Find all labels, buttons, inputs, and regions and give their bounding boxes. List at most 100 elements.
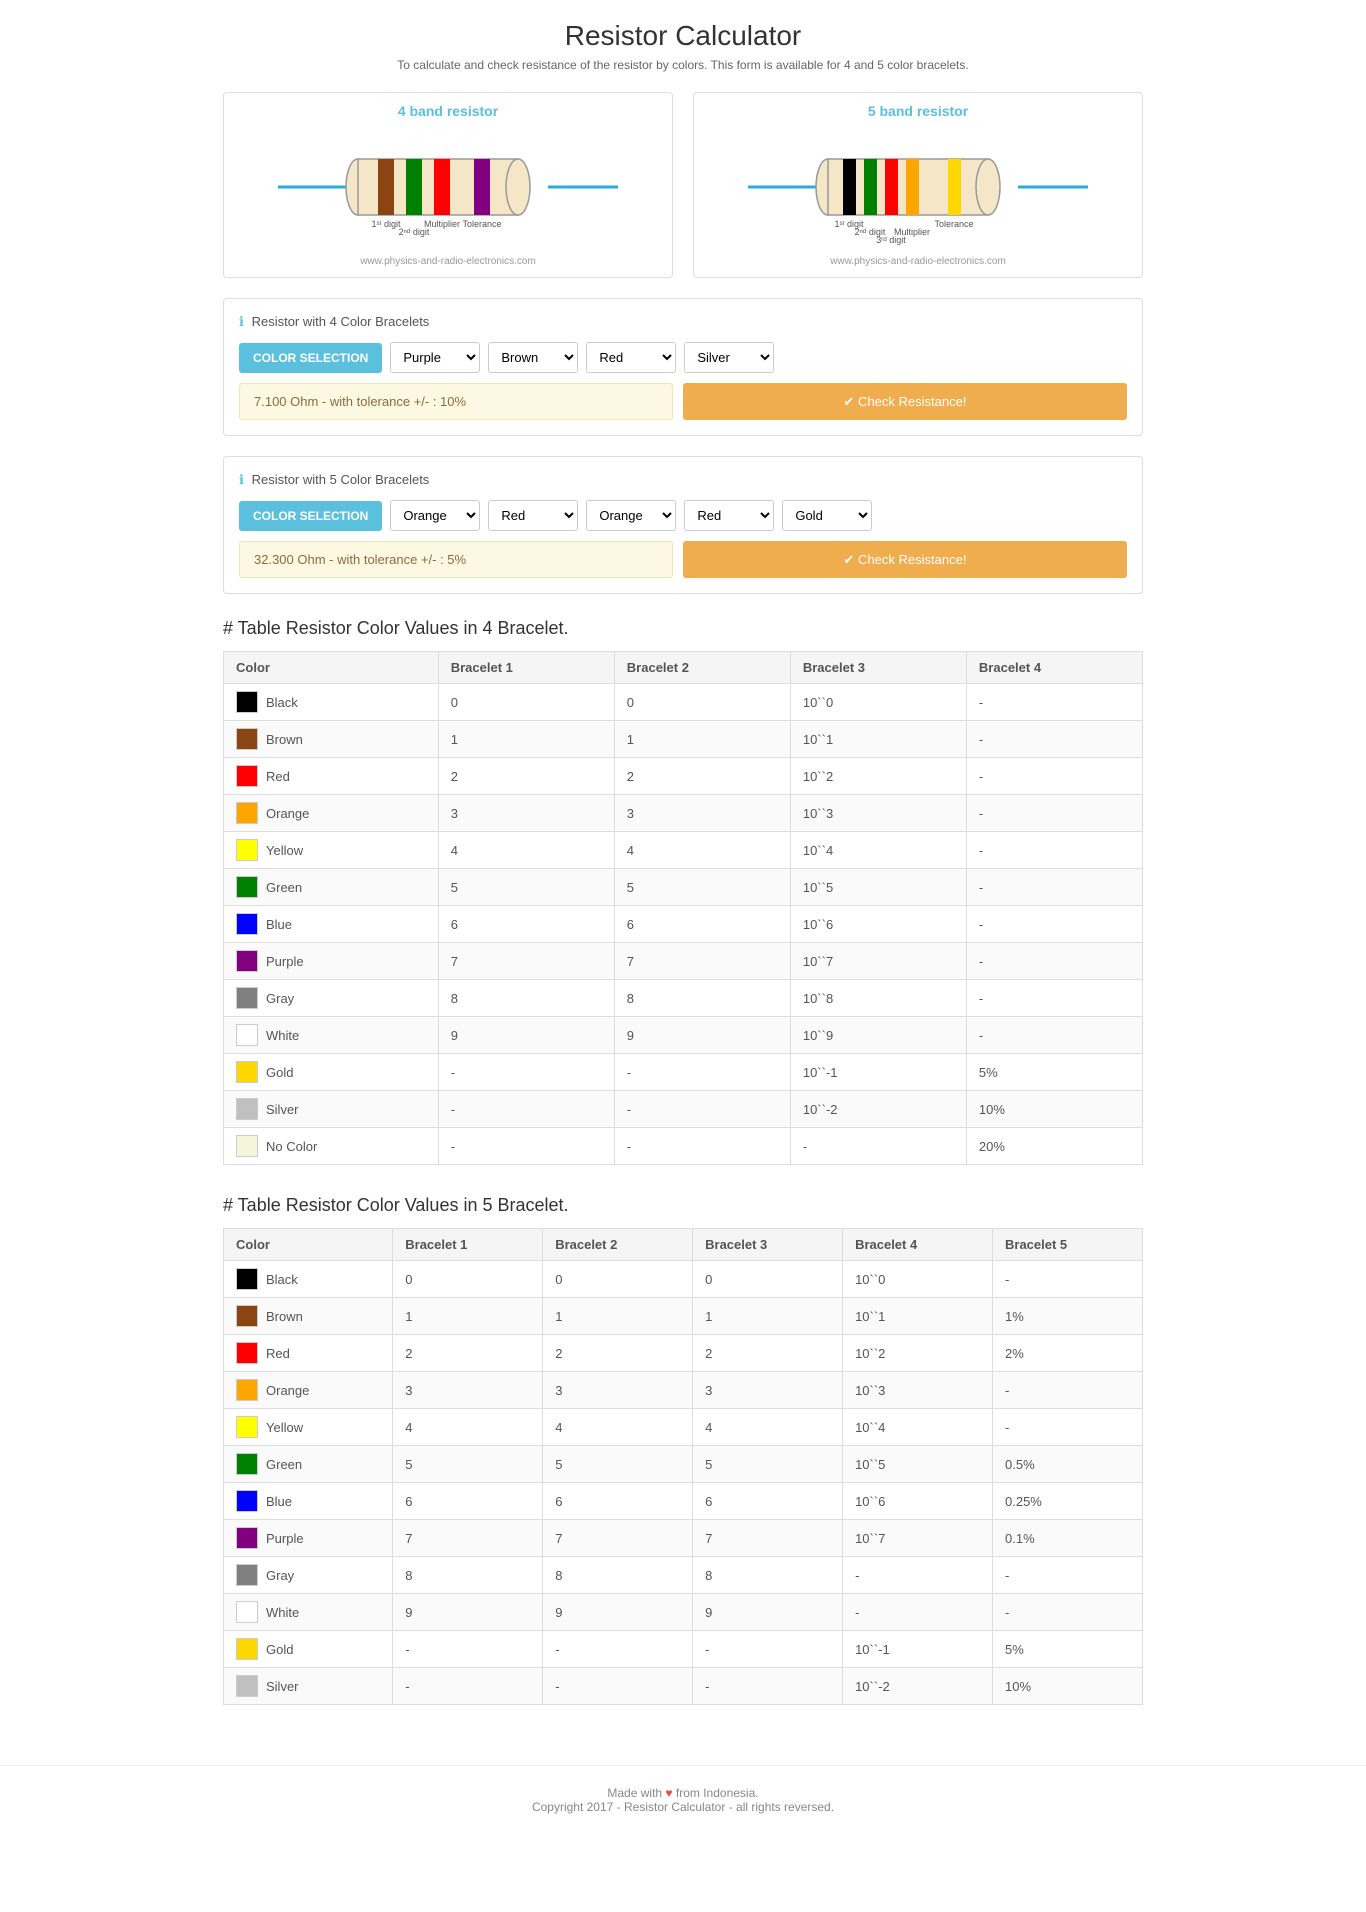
table-row: Orange 3 3 3 10``3 - <box>224 1372 1143 1409</box>
check-resistance-btn-4band[interactable]: ✔ Check Resistance! <box>683 383 1127 420</box>
color-swatch <box>236 802 258 824</box>
b1-cell: 6 <box>393 1483 543 1520</box>
b4-cell: - <box>966 869 1142 906</box>
color-name: Red <box>266 769 290 784</box>
color-cell: White <box>224 1594 393 1631</box>
b2-cell: 4 <box>614 832 790 869</box>
b4-cell: - <box>966 684 1142 721</box>
calc4-title: ℹ Resistor with 4 Color Bracelets <box>239 314 1127 330</box>
b2-cell: 1 <box>543 1298 693 1335</box>
table-row: Green 5 5 5 10``5 0.5% <box>224 1446 1143 1483</box>
color-name: Purple <box>266 1531 304 1546</box>
color-name: Orange <box>266 1383 309 1398</box>
b3-cell: 10``-1 <box>790 1054 966 1091</box>
table-row: Gray 8 8 10``8 - <box>224 980 1143 1017</box>
b3-cell: 10``3 <box>790 795 966 832</box>
b5-cell: - <box>993 1594 1143 1631</box>
color-swatch <box>236 1305 258 1327</box>
b3-cell: 7 <box>693 1520 843 1557</box>
b5-cell: 5% <box>993 1631 1143 1668</box>
calculator-4band: ℹ Resistor with 4 Color Bracelets COLOR … <box>223 298 1143 436</box>
color-swatch <box>236 1564 258 1586</box>
b5-cell: 10% <box>993 1668 1143 1705</box>
table-row: Purple 7 7 7 10``7 0.1% <box>224 1520 1143 1557</box>
calc4-select-3[interactable]: RedBlackBrownOrange YellowGreenBluePurpl… <box>586 342 676 373</box>
b2-cell: 6 <box>614 906 790 943</box>
calc5-select-4[interactable]: RedBlackBrownOrange YellowGreenBluePurpl… <box>684 500 774 531</box>
table-row: Yellow 4 4 10``4 - <box>224 832 1143 869</box>
svg-text:Tolerance: Tolerance <box>462 219 501 229</box>
b2-cell: 6 <box>543 1483 693 1520</box>
color-swatch <box>236 1416 258 1438</box>
calc4-select-1[interactable]: PurpleBlackBrownRed OrangeYellowGreenBlu… <box>390 342 480 373</box>
color-cell: Red <box>224 758 439 795</box>
calc4-select-2[interactable]: BrownBlackRedOrange YellowGreenBluePurpl… <box>488 342 578 373</box>
color-cell: Gray <box>224 1557 393 1594</box>
table-row: Black 0 0 0 10``0 - <box>224 1261 1143 1298</box>
b4-cell: 10``5 <box>843 1446 993 1483</box>
table-row: Brown 1 1 10``1 - <box>224 721 1143 758</box>
table-row: Purple 7 7 10``7 - <box>224 943 1143 980</box>
color-name: Orange <box>266 806 309 821</box>
b3-cell: 2 <box>693 1335 843 1372</box>
color-name: Black <box>266 695 298 710</box>
b4-cell: 10``-2 <box>843 1668 993 1705</box>
b4-cell: 10``4 <box>843 1409 993 1446</box>
color-selection-btn-4band[interactable]: COLOR SELECTION <box>239 343 382 373</box>
color-cell: Yellow <box>224 832 439 869</box>
b3-cell: 10``2 <box>790 758 966 795</box>
b5-cell: - <box>993 1372 1143 1409</box>
b4-cell: - <box>966 795 1142 832</box>
color-swatch <box>236 1098 258 1120</box>
b4-cell: - <box>966 758 1142 795</box>
color-name: White <box>266 1605 299 1620</box>
b4-cell: 5% <box>966 1054 1142 1091</box>
table5-body: Black 0 0 0 10``0 - Brown 1 1 1 10``1 1% <box>224 1261 1143 1705</box>
color-swatch <box>236 1024 258 1046</box>
b2-cell: 0 <box>543 1261 693 1298</box>
calc4-select-4[interactable]: SilverBlackBrownRed OrangeYellowGreenBlu… <box>684 342 774 373</box>
color-swatch <box>236 1675 258 1697</box>
table-row: Blue 6 6 10``6 - <box>224 906 1143 943</box>
b2-cell: 7 <box>614 943 790 980</box>
color-name: Purple <box>266 954 304 969</box>
color-swatch <box>236 950 258 972</box>
b2-cell: 1 <box>614 721 790 758</box>
b3-cell: 10``1 <box>790 721 966 758</box>
band4-credit: www.physics-and-radio-electronics.com <box>234 256 662 267</box>
calc5-select-3[interactable]: OrangeBlackBrownRed YellowGreenBluePurpl… <box>586 500 676 531</box>
calc5-select-2[interactable]: RedBlackBrownOrange YellowGreenBluePurpl… <box>488 500 578 531</box>
table4-heading: # Table Resistor Color Values in 4 Brace… <box>223 618 1143 639</box>
color-name: White <box>266 1028 299 1043</box>
color-name: Brown <box>266 732 303 747</box>
check-resistance-btn-5band[interactable]: ✔ Check Resistance! <box>683 541 1127 578</box>
b3-cell: 5 <box>693 1446 843 1483</box>
calc5-select-5[interactable]: GoldBlackBrownRed OrangeYellowGreenBlue … <box>782 500 872 531</box>
b2-cell: 4 <box>543 1409 693 1446</box>
band4-diagram: 4 band resistor 1ˢᵗ digit 2ⁿᵈ digit Mult… <box>223 92 673 278</box>
color-cell: Blue <box>224 906 439 943</box>
b1-cell: 1 <box>438 721 614 758</box>
b4-cell: - <box>966 906 1142 943</box>
table-row: Yellow 4 4 4 10``4 - <box>224 1409 1143 1446</box>
calc5-title: ℹ Resistor with 5 Color Bracelets <box>239 472 1127 488</box>
b2-cell: 8 <box>614 980 790 1017</box>
table5-col-b5: Bracelet 5 <box>993 1229 1143 1261</box>
color-selection-btn-5band[interactable]: COLOR SELECTION <box>239 501 382 531</box>
b1-cell: 3 <box>393 1372 543 1409</box>
b1-cell: 1 <box>393 1298 543 1335</box>
color-cell: Blue <box>224 1483 393 1520</box>
table-row: Red 2 2 10``2 - <box>224 758 1143 795</box>
band5-title: 5 band resistor <box>704 103 1132 119</box>
table5-col-b1: Bracelet 1 <box>393 1229 543 1261</box>
b4-cell: 20% <box>966 1128 1142 1165</box>
calc5-select-1[interactable]: OrangeBlackBrownRed YellowGreenBluePurpl… <box>390 500 480 531</box>
b1-cell: 0 <box>393 1261 543 1298</box>
color-swatch <box>236 1268 258 1290</box>
table5-col-b2: Bracelet 2 <box>543 1229 693 1261</box>
color-name: Silver <box>266 1679 299 1694</box>
svg-text:Multiplier: Multiplier <box>424 219 460 229</box>
calc4-result-row: 7.100 Ohm - with tolerance +/- : 10% ✔ C… <box>239 383 1127 420</box>
table-row: No Color - - - 20% <box>224 1128 1143 1165</box>
table5-col-color: Color <box>224 1229 393 1261</box>
